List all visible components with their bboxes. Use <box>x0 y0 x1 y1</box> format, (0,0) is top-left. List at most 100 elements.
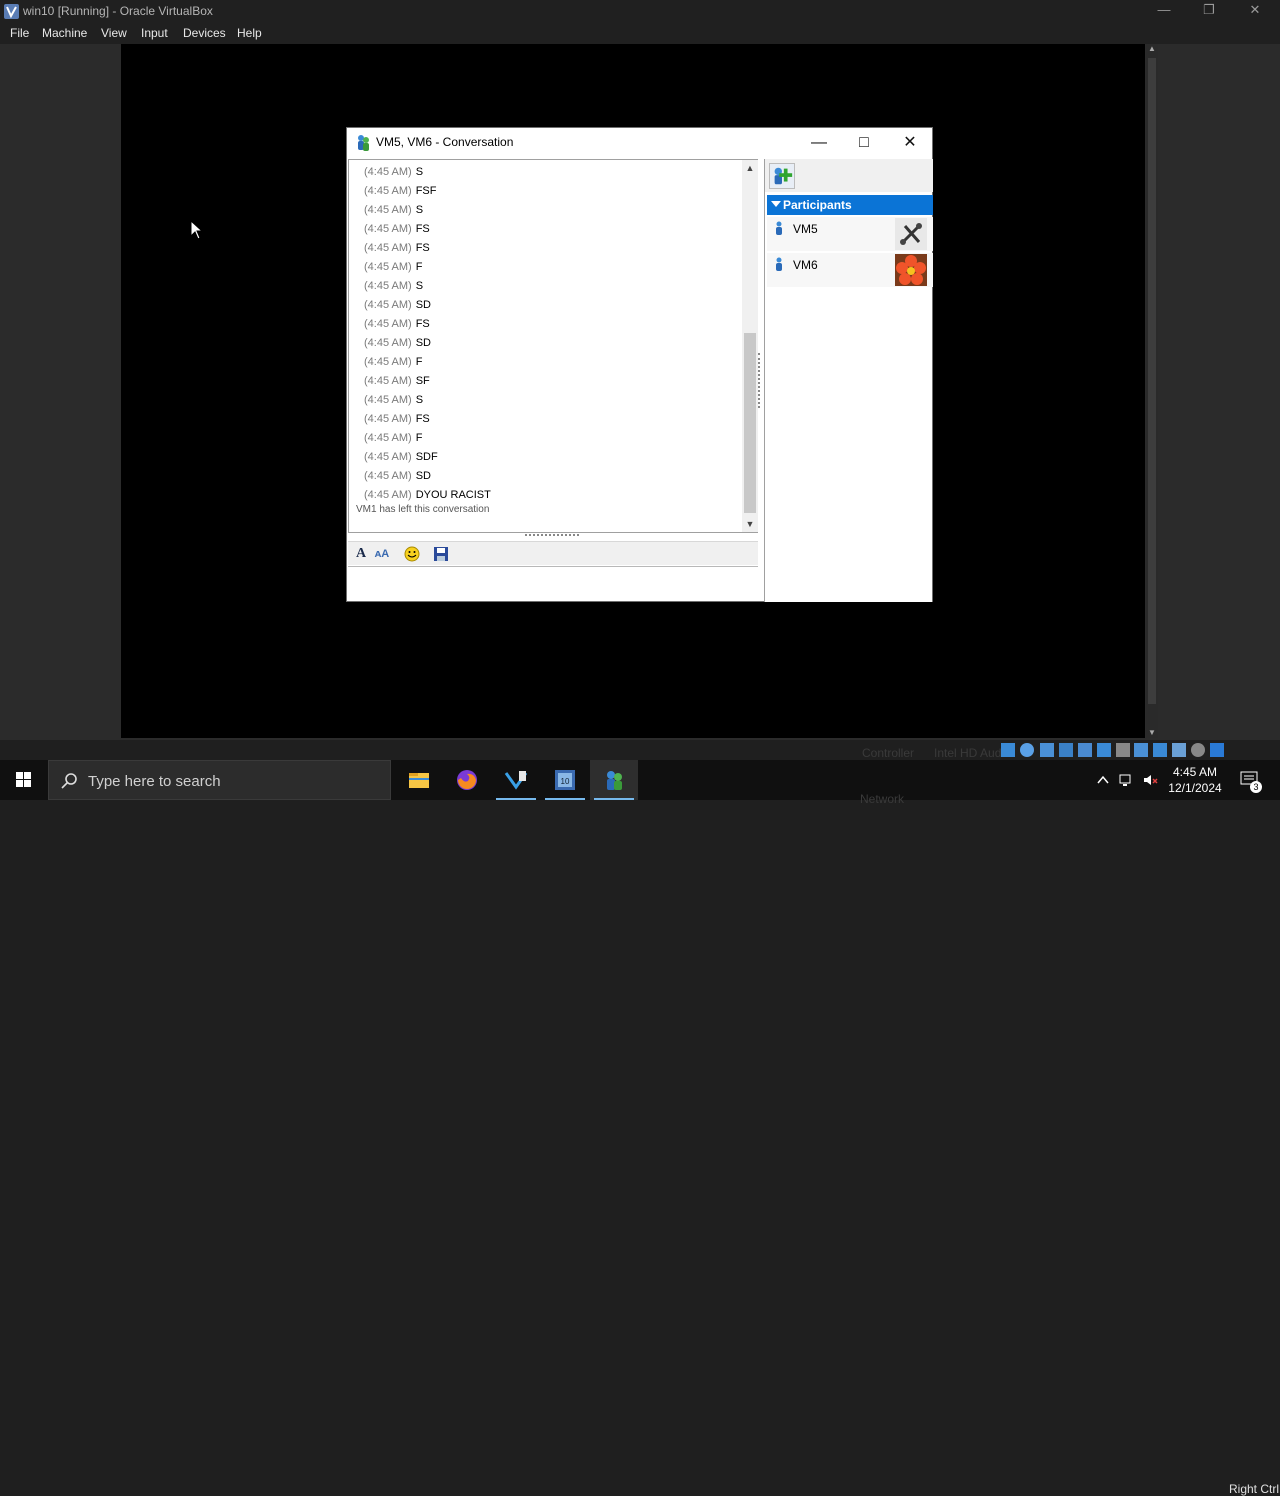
conv-close-button[interactable]: ✕ <box>887 131 933 155</box>
mouse-integration-icon[interactable] <box>1191 743 1205 757</box>
splitter-grip-vertical[interactable] <box>758 353 762 408</box>
message-text: FS <box>415 242 430 254</box>
message-text: F <box>415 432 423 444</box>
participants-header[interactable]: Participants <box>767 195 933 215</box>
menu-help[interactable]: Help <box>237 26 262 40</box>
participants-toolbar <box>765 159 933 192</box>
message-timestamp: (4:45 AM) <box>364 223 412 235</box>
menu-view[interactable]: View <box>101 26 127 40</box>
windows-start-icon[interactable] <box>0 760 48 800</box>
message-timestamp: (4:45 AM) <box>364 242 412 254</box>
message-row: (4:45 AM) S <box>364 166 423 178</box>
host-menubar: File Machine View Input Devices Help <box>0 23 1280 44</box>
splitter-grip-horizontal[interactable] <box>525 534 579 538</box>
network-tray-icon[interactable] <box>1118 772 1134 788</box>
settings-app-button[interactable]: 10 <box>541 760 589 800</box>
message-row: (4:45 AM) SD <box>364 299 431 311</box>
message-row: (4:45 AM) S <box>364 204 423 216</box>
save-icon[interactable] <box>432 545 450 563</box>
recording-icon[interactable] <box>1153 743 1167 757</box>
file-explorer-button[interactable] <box>395 760 443 800</box>
vm-app-icon: 10 <box>555 770 575 790</box>
msg-scrollbar-thumb[interactable] <box>744 333 756 513</box>
message-timestamp: (4:45 AM) <box>364 185 412 197</box>
conversation-title: VM5, VM6 - Conversation <box>376 135 514 149</box>
message-timestamp: (4:45 AM) <box>364 337 412 349</box>
menu-file[interactable]: File <box>10 26 29 40</box>
message-timestamp: (4:45 AM) <box>364 166 412 178</box>
message-text: FS <box>415 223 430 235</box>
shared-folders-icon[interactable] <box>1116 743 1130 757</box>
firefox-icon <box>457 770 477 790</box>
firefox-button[interactable] <box>443 760 491 800</box>
optical-drive-icon[interactable] <box>1020 743 1034 757</box>
display-icon[interactable] <box>1134 743 1148 757</box>
floppy-icon[interactable] <box>1040 743 1054 757</box>
message-text: SDF <box>415 451 438 463</box>
visual-studio-button[interactable] <box>492 760 540 800</box>
usb-icon[interactable] <box>1097 743 1111 757</box>
clock[interactable]: 4:45 AM 12/1/2024 <box>1160 764 1230 796</box>
netmeeting-button[interactable] <box>590 760 638 800</box>
participant-name: VM6 <box>793 258 818 272</box>
msg-scroll-down-icon[interactable]: ▼ <box>742 516 758 532</box>
scroll-up-icon[interactable]: ▲ <box>1147 44 1157 54</box>
chevron-up-icon[interactable] <box>1095 772 1111 788</box>
message-input[interactable] <box>348 566 758 601</box>
message-row: (4:45 AM) SDF <box>364 451 438 463</box>
message-timestamp: (4:45 AM) <box>364 318 412 330</box>
message-text: S <box>415 204 424 216</box>
message-text: F <box>415 261 423 273</box>
message-history[interactable]: (4:45 AM) S (4:45 AM) FSF (4:45 AM) S (4:45 AM… <box>348 159 758 533</box>
message-row: (4:45 AM) SD <box>364 470 431 482</box>
menu-devices[interactable]: Devices <box>183 26 226 40</box>
message-timestamp: (4:45 AM) <box>364 261 412 273</box>
svg-text:10: 10 <box>561 777 570 786</box>
message-timestamp: (4:45 AM) <box>364 394 412 406</box>
message-row: (4:45 AM) DYOU RACIST <box>364 489 491 501</box>
conversation-titlebar[interactable]: VM5, VM6 - Conversation — □ ✕ <box>347 128 932 158</box>
network-icon[interactable] <box>1078 743 1092 757</box>
message-row: (4:45 AM) F <box>364 356 422 368</box>
flower-avatar-icon <box>895 254 927 286</box>
participant-item[interactable]: VM6 <box>767 253 933 287</box>
emoticon-icon[interactable] <box>403 545 421 563</box>
message-row: (4:45 AM) FS <box>364 242 430 254</box>
message-row: (4:45 AM) FSF <box>364 185 436 197</box>
taskbar: Type here to search 10 Network 4:45 AM 1… <box>0 760 1280 806</box>
participant-item[interactable]: VM5 <box>767 217 933 251</box>
message-row: (4:45 AM) F <box>364 261 422 273</box>
audio-icon[interactable] <box>1059 743 1073 757</box>
msg-scroll-up-icon[interactable]: ▲ <box>742 160 758 176</box>
scrollbar-thumb[interactable] <box>1148 58 1156 704</box>
menu-input[interactable]: Input <box>141 26 168 40</box>
vt-x-icon[interactable] <box>1172 743 1186 757</box>
message-scrollbar[interactable]: ▲ ▼ <box>742 160 758 532</box>
close-button[interactable]: ✕ <box>1232 2 1278 18</box>
message-text: SF <box>415 375 430 387</box>
message-row: (4:45 AM) SF <box>364 375 430 387</box>
font-icon[interactable]: A <box>352 545 370 563</box>
virtualbox-icon <box>4 4 19 19</box>
minimize-button[interactable]: — <box>1141 2 1187 17</box>
add-participant-icon[interactable] <box>769 163 795 189</box>
hard-disk-icon[interactable] <box>1001 743 1015 757</box>
notification-count-badge: 3 <box>1250 781 1262 793</box>
scroll-down-icon[interactable]: ▼ <box>1147 728 1157 738</box>
message-text: S <box>415 166 424 178</box>
host-key-icon <box>1210 743 1224 757</box>
host-vertical-scrollbar[interactable]: ▲ ▼ <box>1146 44 1158 738</box>
collapse-arrow-icon[interactable] <box>771 201 781 207</box>
host-key-label: Right Ctrl <box>1229 1482 1280 1496</box>
volume-muted-icon[interactable] <box>1142 772 1158 788</box>
font-color-icon[interactable]: ᴀA <box>373 545 391 563</box>
restore-button[interactable]: ❐ <box>1186 2 1232 18</box>
menu-machine[interactable]: Machine <box>42 26 87 40</box>
message-row: (4:45 AM) S <box>364 280 423 292</box>
conv-minimize-button[interactable]: — <box>796 131 842 155</box>
conv-maximize-button[interactable]: □ <box>841 131 887 155</box>
search-box[interactable]: Type here to search <box>48 760 391 800</box>
clock-date: 12/1/2024 <box>1168 781 1222 795</box>
ghost-text-controller: Controller <box>862 746 915 760</box>
message-row: (4:45 AM) SD <box>364 337 431 349</box>
